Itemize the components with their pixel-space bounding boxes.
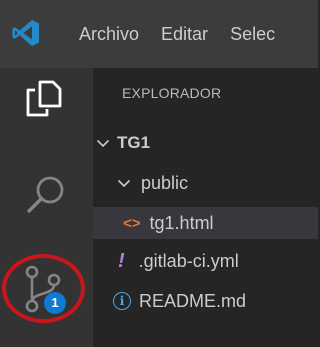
menu-editar[interactable]: Editar [161, 24, 208, 45]
html-file-icon: <> [123, 214, 141, 232]
tree-item-html-file[interactable]: <> tg1.html [93, 207, 318, 239]
tree-item-label: README.md [139, 290, 247, 311]
yml-file-icon: ! [118, 249, 125, 272]
explorer-sidebar: EXPLORADOR TG1 public <> tg1.html ! .git… [93, 68, 318, 347]
tree-item-label: .gitlab-ci.yml [138, 250, 239, 271]
chevron-down-icon [96, 139, 110, 148]
title-bar: Archivo Editar Selec [0, 0, 318, 68]
tree-item-yml-file[interactable]: ! .gitlab-ci.yml [93, 245, 318, 277]
source-control-badge: 1 [44, 292, 66, 314]
tree-item-label: tg1.html [149, 212, 214, 233]
chevron-down-icon [117, 179, 131, 188]
search-icon[interactable] [24, 173, 68, 217]
tree-item-readme-file[interactable]: i README.md [93, 285, 318, 317]
activity-bar: 1 [0, 68, 93, 347]
files-icon[interactable] [24, 78, 64, 118]
info-icon: i [113, 292, 131, 310]
menu-bar: Archivo Editar Selec [79, 0, 297, 68]
menu-archivo[interactable]: Archivo [79, 24, 139, 45]
explorer-title: EXPLORADOR [122, 85, 222, 101]
tree-item-label: public [141, 172, 189, 193]
tree-item-public-folder[interactable]: public [93, 167, 318, 199]
tree-item-label: TG1 [117, 133, 151, 152]
tree-item-root-folder[interactable]: TG1 [93, 127, 318, 159]
menu-seleccion[interactable]: Selec [230, 24, 275, 45]
vscode-logo-icon [12, 20, 39, 46]
